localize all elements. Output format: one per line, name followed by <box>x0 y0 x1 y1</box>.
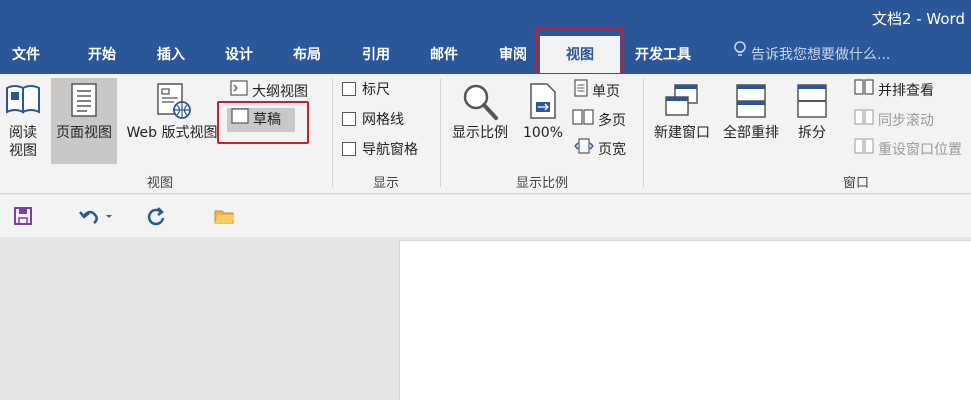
nav-pane-label: 导航窗格 <box>362 142 418 158</box>
side-by-side-label: 并排查看 <box>878 83 934 99</box>
sync-scroll-icon <box>854 109 874 133</box>
reset-position-button[interactable]: 重设窗口位置 <box>854 138 962 162</box>
divider <box>332 79 333 187</box>
tab-file[interactable]: 文件 <box>12 36 40 74</box>
window-title: 文档2 - Word <box>871 10 965 28</box>
read-mode-label: 阅读 视图 <box>9 125 37 159</box>
open-folder-icon[interactable] <box>213 204 237 228</box>
lightbulb-icon <box>733 36 747 74</box>
window-group-label: 窗口 <box>842 176 870 191</box>
new-window-icon <box>663 82 701 124</box>
ribbon: 阅读 视图 页面视图 Web 版式视图 大纲视图 草稿 视图 标尺 网格线 导航… <box>0 74 971 194</box>
reset-position-icon <box>854 138 874 162</box>
ribbon-tabs: 文件 开始 插入 设计 布局 引用 邮件 审阅 视图 开发工具 告诉我您想要做什… <box>0 36 971 74</box>
save-icon[interactable] <box>11 204 35 228</box>
views-group-label: 视图 <box>146 176 174 191</box>
ruler-checkbox[interactable]: 标尺 <box>342 78 390 102</box>
arrange-all-label: 全部重排 <box>723 125 779 141</box>
page-icon <box>69 82 99 122</box>
checkbox-icon <box>342 142 356 156</box>
checkbox-icon <box>342 82 356 96</box>
one-page-label: 单页 <box>592 84 620 100</box>
divider <box>643 79 644 187</box>
side-by-side-button[interactable]: 并排查看 <box>854 79 934 103</box>
zoom-100-button[interactable]: 100% <box>518 78 568 164</box>
page-width-button[interactable]: 页宽 <box>574 138 626 162</box>
ruler-label: 标尺 <box>362 82 390 98</box>
zoom-100-icon <box>527 82 559 124</box>
sync-scroll-label: 同步滚动 <box>878 113 934 129</box>
show-group-label: 显示 <box>372 176 400 191</box>
sync-scroll-button[interactable]: 同步滚动 <box>854 109 934 133</box>
arrange-all-button[interactable]: 全部重排 <box>716 78 786 164</box>
print-layout-button[interactable]: 页面视图 <box>51 78 117 164</box>
nav-pane-checkbox[interactable]: 导航窗格 <box>342 138 418 162</box>
web-page-icon <box>152 82 192 124</box>
arrange-all-icon <box>734 82 768 124</box>
side-by-side-icon <box>854 79 874 103</box>
one-page-button[interactable]: 单页 <box>574 79 620 103</box>
web-layout-button[interactable]: Web 版式视图 <box>120 78 224 164</box>
undo-icon[interactable] <box>76 204 116 228</box>
view-tab-highlight <box>535 28 624 75</box>
magnifier-icon <box>460 82 500 126</box>
tab-home[interactable]: 开始 <box>88 36 116 74</box>
split-icon <box>796 82 828 124</box>
multiple-pages-button[interactable]: 多页 <box>572 109 626 133</box>
gridlines-checkbox[interactable]: 网格线 <box>342 108 404 132</box>
page-width-icon <box>574 138 594 162</box>
tab-insert[interactable]: 插入 <box>157 36 185 74</box>
title-bar: 文档2 - Word <box>0 0 971 36</box>
page-width-label: 页宽 <box>598 142 626 158</box>
zoom-button[interactable]: 显示比例 <box>446 78 514 164</box>
redo-icon[interactable] <box>145 204 169 228</box>
multiple-pages-icon <box>572 109 594 133</box>
zoom-group-label: 显示比例 <box>515 176 569 191</box>
read-mode-button[interactable]: 阅读 视图 <box>2 78 44 164</box>
quick-access-toolbar <box>0 195 971 237</box>
new-window-button[interactable]: 新建窗口 <box>648 78 716 164</box>
checkbox-icon <box>342 112 356 126</box>
draft-highlight <box>217 101 309 144</box>
tell-me-placeholder: 告诉我您想要做什么... <box>751 47 891 63</box>
split-label: 拆分 <box>798 125 826 141</box>
multiple-pages-label: 多页 <box>598 113 626 129</box>
tab-developer[interactable]: 开发工具 <box>635 36 691 74</box>
tab-layout[interactable]: 布局 <box>293 36 321 74</box>
tab-design[interactable]: 设计 <box>225 36 253 74</box>
split-button[interactable]: 拆分 <box>790 78 834 164</box>
tab-mailings[interactable]: 邮件 <box>430 36 458 74</box>
zoom-label: 显示比例 <box>452 125 508 141</box>
document-workspace <box>0 237 971 400</box>
book-icon <box>5 82 41 120</box>
zoom-100-label: 100% <box>522 125 564 141</box>
tab-review[interactable]: 审阅 <box>499 36 527 74</box>
outline-label: 大纲视图 <box>252 84 308 100</box>
tell-me-search[interactable]: 告诉我您想要做什么... <box>733 36 890 74</box>
divider <box>440 79 441 187</box>
web-layout-label: Web 版式视图 <box>126 125 218 141</box>
document-page[interactable] <box>399 240 971 400</box>
new-window-label: 新建窗口 <box>654 125 710 141</box>
print-layout-label: 页面视图 <box>56 125 112 141</box>
one-page-icon <box>574 79 588 105</box>
gridlines-label: 网格线 <box>362 112 404 128</box>
tab-references[interactable]: 引用 <box>362 36 390 74</box>
reset-position-label: 重设窗口位置 <box>878 142 962 158</box>
